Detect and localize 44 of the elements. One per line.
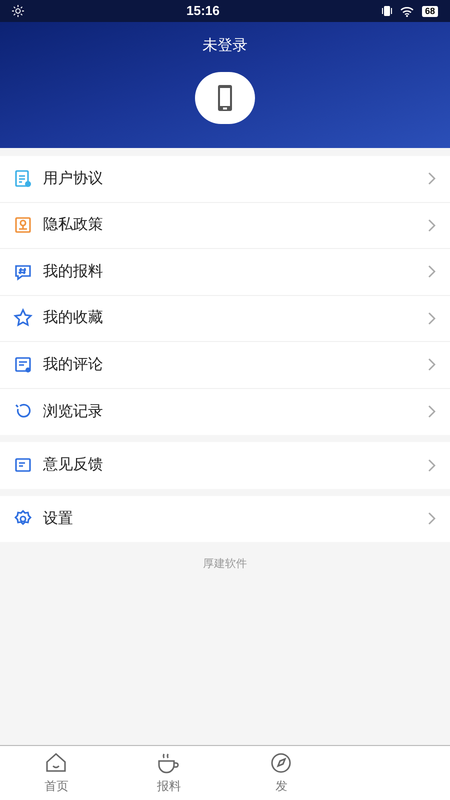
tab[interactable]: 首页: [0, 746, 112, 800]
menu-item[interactable]: 用户协议: [0, 156, 450, 202]
menu-item[interactable]: 意见反馈: [0, 442, 450, 488]
phone-icon: [217, 84, 233, 112]
tab[interactable]: 发: [225, 746, 338, 800]
home-icon: [44, 751, 68, 775]
battery-level: 68: [422, 6, 438, 16]
menu-item[interactable]: 隐私政策: [0, 202, 450, 249]
menu-label: 用户协议: [43, 168, 104, 188]
avatar-button[interactable]: [195, 72, 255, 124]
chevron-icon: [428, 312, 436, 325]
tab-label: 发: [275, 778, 288, 795]
menu-label: 意见反馈: [43, 455, 104, 475]
menu-label: 我的报料: [43, 262, 104, 282]
menu-label: 我的收藏: [43, 308, 104, 328]
star-icon: [13, 308, 33, 328]
menu-label: 隐私政策: [43, 215, 104, 235]
wifi-icon: [400, 6, 414, 16]
tab-label: 报料: [156, 778, 181, 795]
clock: 15:16: [186, 2, 220, 20]
tab[interactable]: 报料: [112, 746, 225, 800]
company-name: 厚建软件: [202, 557, 248, 572]
menu-item[interactable]: 设置: [0, 496, 450, 542]
vibrate-icon: [382, 5, 392, 17]
menu-label: 设置: [43, 508, 74, 528]
login-status: 未登录: [202, 36, 248, 56]
brightness-icon: [12, 5, 24, 17]
menu-item[interactable]: 浏览记录: [0, 388, 450, 435]
menu-item[interactable]: 我的收藏: [0, 296, 450, 342]
chevron-icon: [428, 512, 436, 526]
comment-icon: [13, 354, 33, 375]
chevron-icon: [428, 405, 436, 418]
chevron-icon: [428, 218, 436, 232]
compass-icon: [269, 751, 294, 775]
chevron-icon: [428, 358, 436, 372]
tab-label: 首页: [44, 778, 68, 795]
chevron-icon: [428, 172, 436, 186]
chevron-icon: [428, 458, 436, 472]
menu-label: 浏览记录: [43, 402, 104, 422]
menu-label: 我的评论: [43, 354, 104, 374]
menu-item[interactable]: 我的评论: [0, 342, 450, 388]
menu-item[interactable]: 我的报料: [0, 249, 450, 296]
chevron-icon: [428, 265, 436, 278]
doc-icon: [13, 168, 33, 189]
